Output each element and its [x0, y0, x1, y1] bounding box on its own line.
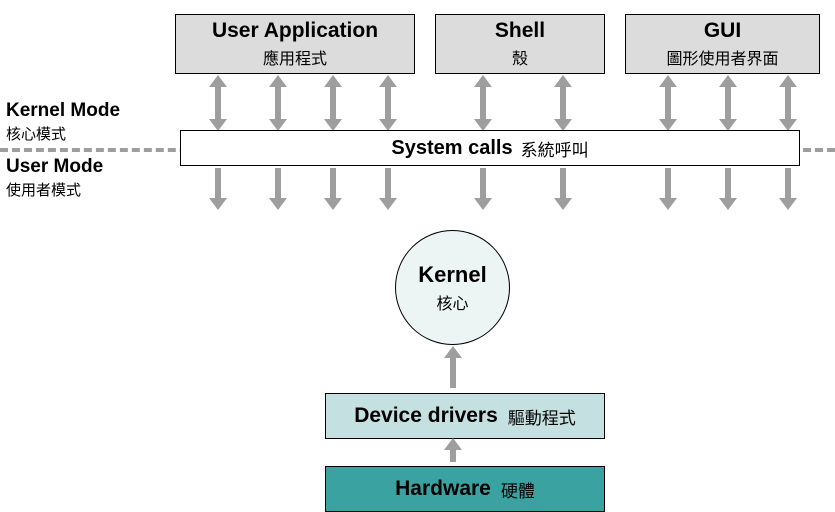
- user-mode-zh: 使用者模式: [6, 179, 103, 200]
- arrow-below-6: [560, 168, 566, 200]
- arrow-gui-1: [665, 85, 671, 121]
- hardware-en: Hardware: [395, 477, 491, 501]
- arrow-below-9: [785, 168, 791, 200]
- device-drivers-en: Device drivers: [354, 404, 498, 428]
- kernel-mode-label: Kernel Mode 核心模式: [6, 100, 120, 144]
- hardware-zh: 硬體: [501, 477, 535, 502]
- arrow-userapp-4: [385, 85, 391, 121]
- gui-zh: 圖形使用者界面: [666, 45, 778, 69]
- device-drivers-box: Device drivers 驅動程式: [325, 393, 605, 439]
- user-application-en: User Application: [212, 19, 378, 43]
- arrow-drivers-kernel: [450, 356, 456, 388]
- user-application-zh: 應用程式: [263, 45, 327, 69]
- system-calls-en: System calls: [391, 137, 512, 160]
- user-mode-en: User Mode: [6, 156, 103, 178]
- gui-en: GUI: [704, 19, 741, 43]
- arrow-shell-1: [480, 85, 486, 121]
- arrow-userapp-2: [275, 85, 281, 121]
- arrow-below-7: [665, 168, 671, 200]
- kernel-mode-zh: 核心模式: [6, 123, 120, 144]
- system-calls-box: System calls 系統呼叫: [180, 130, 800, 166]
- arrow-gui-2: [725, 85, 731, 121]
- shell-en: Shell: [495, 19, 545, 43]
- arrow-hardware-drivers: [450, 448, 456, 462]
- shell-zh: 殼: [512, 45, 528, 69]
- arrow-below-8: [725, 168, 731, 200]
- arrow-userapp-1: [215, 85, 221, 121]
- user-mode-label: User Mode 使用者模式: [6, 156, 103, 200]
- arrow-shell-2: [560, 85, 566, 121]
- gui-box: GUI 圖形使用者界面: [625, 14, 820, 74]
- arrow-below-2: [275, 168, 281, 200]
- user-application-box: User Application 應用程式: [175, 14, 415, 74]
- arrow-below-4: [385, 168, 391, 200]
- shell-box: Shell 殼: [435, 14, 605, 74]
- device-drivers-zh: 驅動程式: [508, 404, 576, 429]
- arrow-below-1: [215, 168, 221, 200]
- kernel-zh: 核心: [436, 290, 468, 314]
- kernel-mode-en: Kernel Mode: [6, 100, 120, 122]
- kernel-circle: Kernel 核心: [395, 230, 510, 345]
- arrow-below-5: [480, 168, 486, 200]
- kernel-en: Kernel: [418, 262, 486, 288]
- system-calls-zh: 系統呼叫: [521, 136, 589, 161]
- arrow-below-3: [330, 168, 336, 200]
- arrow-userapp-3: [330, 85, 336, 121]
- arrow-gui-3: [785, 85, 791, 121]
- hardware-box: Hardware 硬體: [325, 466, 605, 512]
